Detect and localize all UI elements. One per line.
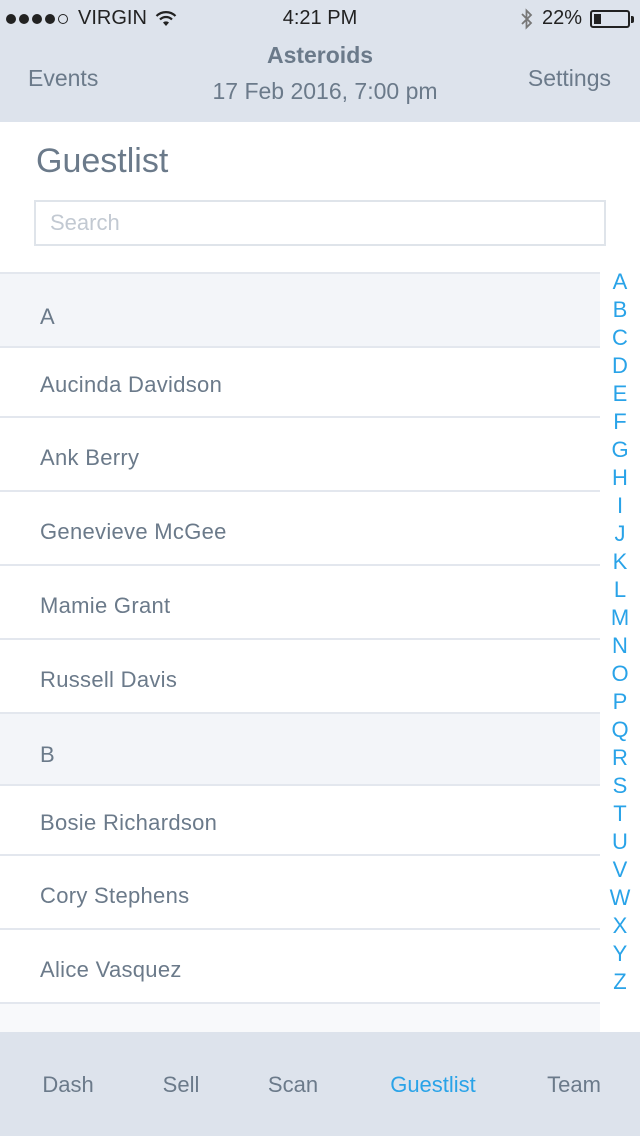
index-letter[interactable]: B [613,296,628,324]
top-bar: VIRGIN 4:21 PM 22% Events Asteroids 17 F… [0,0,640,122]
tab-scan[interactable]: Scan [268,1072,318,1098]
guest-name: Mamie Grant [40,593,171,618]
index-letter[interactable]: A [613,268,628,296]
index-letter[interactable]: V [613,856,628,884]
index-letter[interactable]: M [611,604,629,632]
index-letter[interactable]: D [612,352,628,380]
bluetooth-icon [521,7,533,30]
index-letter[interactable]: J [615,520,626,548]
index-letter[interactable]: G [611,436,628,464]
index-letter[interactable]: F [613,408,626,436]
index-letter[interactable]: K [613,548,628,576]
page-title: Guestlist [36,142,169,180]
guest-row[interactable]: Genevieve McGee [0,490,600,564]
battery-percent: 22% [541,7,582,29]
search-input[interactable] [34,200,606,246]
guest-name: Aucinda Davidson [40,372,223,397]
guest-name: Genevieve McGee [40,519,227,544]
section-header: B [0,712,600,784]
settings-button[interactable]: Settings [528,65,611,92]
guest-list: A Aucinda Davidson Ank Berry Genevieve McGe… [0,272,600,1002]
guest-row[interactable]: Cory Stephens [0,854,600,928]
index-letter[interactable]: C [612,324,628,352]
tab-sell[interactable]: Sell [163,1072,200,1098]
index-letter[interactable]: U [612,828,628,856]
guest-row[interactable]: Aucinda Davidson [0,346,600,416]
section-letter: B [40,742,55,767]
guest-row[interactable]: Mamie Grant [0,564,600,638]
status-right: 22% [520,7,634,30]
guest-row[interactable]: Alice Vasquez [0,928,600,1002]
tab-team[interactable]: Team [547,1072,601,1098]
index-letter[interactable]: L [614,576,626,604]
status-bar: VIRGIN 4:21 PM 22% [0,0,640,38]
index-letter[interactable]: R [612,744,628,772]
index-letter[interactable]: Z [613,968,626,996]
alphabet-index[interactable]: ABCDEFGHIJKLMNOPQRSTUVWXYZ [600,268,640,996]
guest-name: Russell Davis [40,667,178,692]
index-letter[interactable]: O [611,660,628,688]
index-letter[interactable]: P [613,688,628,716]
index-letter[interactable]: T [613,800,626,828]
index-letter[interactable]: N [612,632,628,660]
guest-row[interactable]: Bosie Richardson [0,784,600,854]
index-letter[interactable]: Q [611,716,628,744]
index-letter[interactable]: I [617,492,623,520]
guest-name: Ank Berry [40,445,140,470]
index-letter[interactable]: S [613,772,628,800]
section-letter: A [40,304,55,329]
guest-name: Cory Stephens [40,883,190,908]
section-header: A [0,272,600,346]
guest-name: Alice Vasquez [40,957,182,982]
battery-icon [590,9,634,28]
tab-dash[interactable]: Dash [42,1072,93,1098]
tab-bar: Dash Sell Scan Guestlist Team [0,1032,640,1136]
guest-name: Bosie Richardson [40,810,218,835]
index-letter[interactable]: W [610,884,631,912]
index-letter[interactable]: X [613,912,628,940]
guest-row[interactable]: Russell Davis [0,638,600,712]
index-letter[interactable]: Y [613,940,628,968]
tab-guestlist[interactable]: Guestlist [390,1072,476,1098]
list-footer [0,1002,600,1032]
index-letter[interactable]: E [613,380,628,408]
guest-row[interactable]: Ank Berry [0,416,600,490]
index-letter[interactable]: H [612,464,628,492]
